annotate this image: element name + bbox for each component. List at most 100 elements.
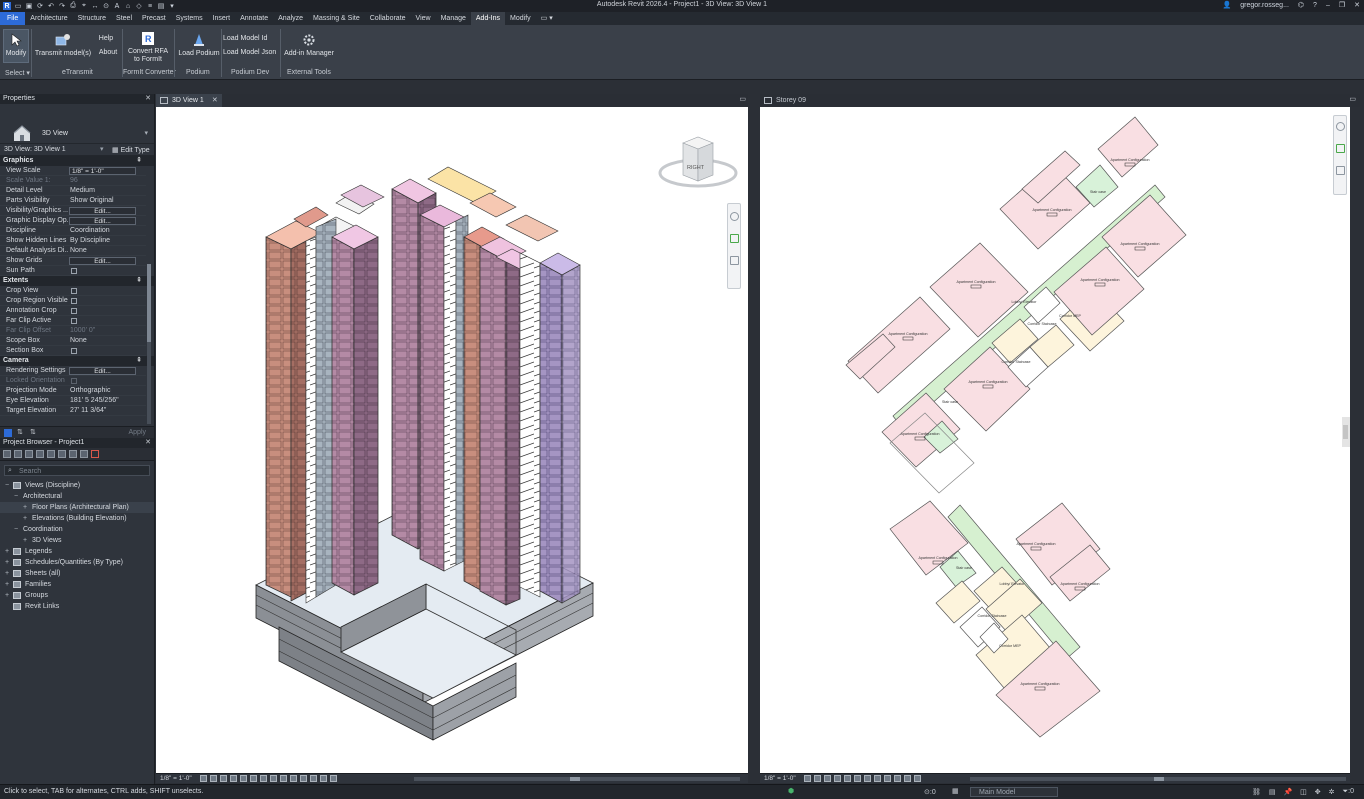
revit-logo-icon[interactable]: R (3, 2, 11, 10)
sort-icon[interactable] (4, 429, 12, 437)
sun-path-icon[interactable] (220, 775, 227, 782)
addin-manager-button[interactable]: Add-in Manager (282, 29, 336, 58)
measure-icon[interactable]: ⌖ (80, 2, 88, 10)
tab-file[interactable]: File (0, 12, 26, 25)
browser-node[interactable]: +3D Views (0, 535, 154, 546)
tab-analyze[interactable]: Analyze (273, 12, 308, 25)
shadows-icon[interactable] (230, 775, 237, 782)
temporary-hide-icon[interactable] (864, 775, 871, 782)
browser-node[interactable]: + Groups (0, 590, 154, 601)
load-model-id-button[interactable]: Load Model Id (223, 35, 271, 43)
edit-button[interactable]: Edit... (69, 367, 136, 375)
category-camera[interactable]: Camera ⇞ (0, 356, 154, 366)
property-value[interactable]: Medium (70, 186, 95, 196)
user-icon[interactable]: 👤 (1223, 1, 1232, 9)
temporary-hide-icon[interactable] (280, 775, 287, 782)
tab-manage[interactable]: Manage (436, 12, 471, 25)
browser-tool-icon[interactable] (36, 450, 44, 458)
plan-vertical-scrollbar[interactable] (1342, 417, 1350, 447)
minimize-icon[interactable]: – (1326, 2, 1330, 9)
filter-icon[interactable]: ⏷:0 (1343, 788, 1354, 796)
customize-qat-icon[interactable]: ▾ (168, 2, 176, 10)
viewport-3d[interactable]: RIGHT (156, 107, 748, 773)
type-selector[interactable]: 3D View ▾ (0, 104, 154, 144)
active-model-select[interactable]: Main Model (970, 787, 1058, 797)
edit-button[interactable]: Edit... (69, 257, 136, 265)
select-underlay-icon[interactable]: ▤ (1269, 788, 1276, 796)
browser-node[interactable]: − Architectural (0, 491, 154, 502)
collapse-icon[interactable]: ⇞ (136, 156, 142, 166)
cart-icon[interactable]: ⌬ (1298, 1, 1304, 9)
browser-node[interactable]: + Floor Plans (Architectural Plan) (0, 502, 154, 513)
collapse-icon[interactable]: ⇞ (136, 276, 142, 286)
expand-icon[interactable]: + (5, 546, 9, 557)
user-name[interactable]: gregor.rosseg... (1240, 2, 1289, 9)
tab-add-ins[interactable]: Add-Ins (470, 12, 506, 25)
close-icon[interactable]: ✕ (145, 438, 151, 448)
collapse-icon[interactable]: − (5, 480, 9, 491)
section-icon[interactable]: ◇ (135, 2, 143, 10)
viewport-plan[interactable]: Apartment Configuration Apartment Configu… (760, 107, 1350, 773)
background-processes-icon[interactable]: ✲ (1329, 788, 1335, 796)
sort-descending-icon[interactable]: ⇅ (30, 428, 36, 436)
expand-icon[interactable]: + (5, 579, 9, 590)
restore-icon[interactable]: ❐ (1339, 1, 1345, 9)
property-checkbox[interactable] (71, 308, 77, 314)
apply-button[interactable]: Apply (128, 429, 146, 436)
edit-button[interactable]: Edit... (69, 207, 136, 215)
analytical-model-icon[interactable] (320, 775, 327, 782)
zoom-icon[interactable] (730, 234, 739, 243)
browser-search[interactable]: ⌕ Search (4, 465, 150, 476)
browser-tool-icon[interactable] (47, 450, 55, 458)
browser-tool-icon[interactable] (14, 450, 22, 458)
property-value[interactable]: None (70, 246, 87, 256)
close-hidden-icon[interactable]: ▤ (157, 2, 165, 10)
help-button[interactable]: Help (96, 35, 116, 43)
view-scale[interactable]: 1/8" = 1'-0" (764, 775, 796, 782)
select-by-face-icon[interactable]: ◫ (1300, 788, 1307, 796)
print-icon[interactable]: ⎙ (69, 2, 77, 10)
save-icon[interactable]: ▣ (25, 2, 33, 10)
expand-icon[interactable]: + (5, 557, 9, 568)
contextual-toggle-icon[interactable]: ▭ ▾ (536, 12, 558, 25)
properties-scrollbar[interactable] (147, 264, 151, 424)
highlight-displacement-icon[interactable] (330, 775, 337, 782)
show-crop-icon[interactable] (260, 775, 267, 782)
scrollbar-thumb[interactable] (1154, 777, 1164, 781)
property-checkbox[interactable] (71, 288, 77, 294)
browser-tool-icon[interactable] (80, 450, 88, 458)
visual-style-icon[interactable] (814, 775, 821, 782)
show-crop-icon[interactable] (854, 775, 861, 782)
scrollbar-thumb[interactable] (570, 777, 580, 781)
reveal-hidden-icon[interactable] (290, 775, 297, 782)
text-icon[interactable]: A (113, 2, 121, 10)
unlock-3d-icon[interactable] (270, 775, 277, 782)
view-scale[interactable]: 1/8" = 1'-0" (160, 775, 192, 782)
tab-massing-site[interactable]: Massing & Site (308, 12, 365, 25)
transmit-models-button[interactable]: Transmit model(s) (34, 29, 92, 58)
tab-collaborate[interactable]: Collaborate (365, 12, 411, 25)
orbit-icon[interactable] (730, 256, 739, 265)
tab-insert[interactable]: Insert (208, 12, 236, 25)
property-value[interactable]: Show Original (70, 196, 114, 206)
shadows-icon[interactable] (834, 775, 841, 782)
property-checkbox[interactable] (71, 298, 77, 304)
expand-icon[interactable]: + (23, 513, 27, 524)
modify-button[interactable]: Modify (3, 29, 29, 58)
redo-icon[interactable]: ↷ (58, 2, 66, 10)
temporary-properties-icon[interactable] (300, 775, 307, 782)
visual-style-icon[interactable] (210, 775, 217, 782)
tab-precast[interactable]: Precast (137, 12, 171, 25)
view-minimize-icon[interactable]: ▭ (1349, 95, 1356, 103)
expand-icon[interactable]: + (23, 535, 27, 546)
tab-storey-09[interactable]: Storey 09 (760, 94, 824, 107)
collapse-icon[interactable]: − (14, 491, 18, 502)
design-options-icon[interactable]: ▦ (952, 787, 959, 795)
browser-tool-icon[interactable] (58, 450, 66, 458)
sun-path-icon[interactable] (824, 775, 831, 782)
link-icon[interactable] (91, 450, 99, 458)
load-podium-button[interactable]: Load Podium (176, 29, 222, 58)
tab-steel[interactable]: Steel (111, 12, 137, 25)
tab-annotate[interactable]: Annotate (235, 12, 273, 25)
category-extents[interactable]: Extents ⇞ (0, 276, 154, 286)
